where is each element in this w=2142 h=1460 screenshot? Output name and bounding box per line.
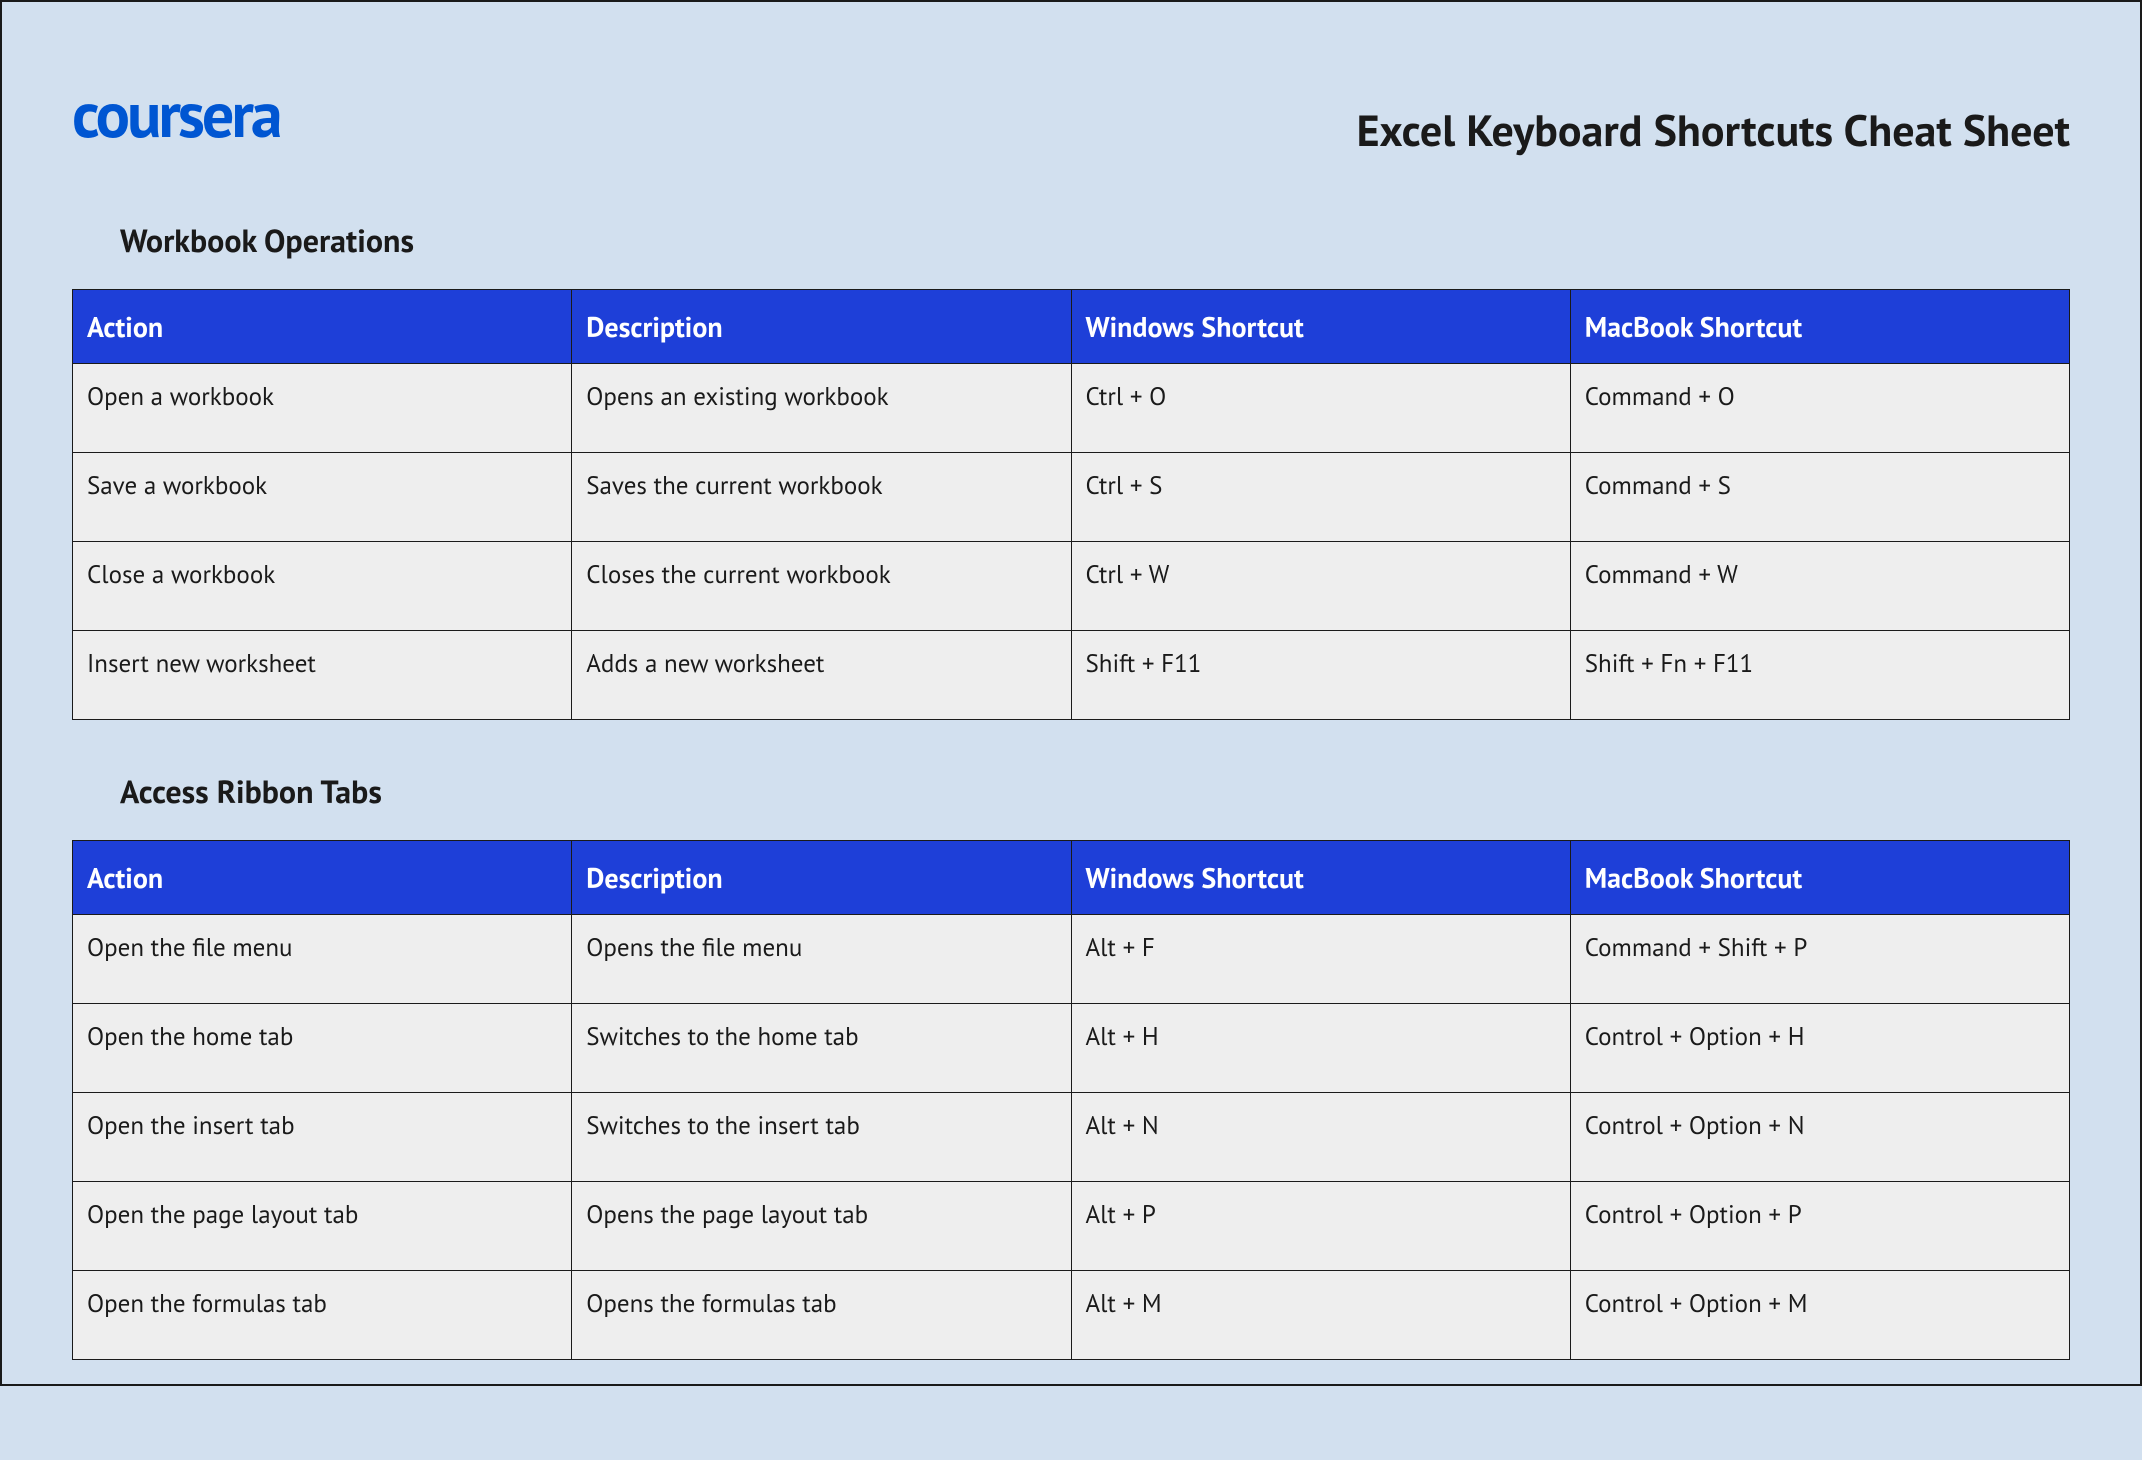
- table-row: Open the page layout tab Opens the page …: [73, 1182, 2070, 1271]
- col-mac: MacBook Shortcut: [1570, 841, 2069, 915]
- cell-description: Opens an existing workbook: [572, 364, 1071, 453]
- cell-description: Adds a new worksheet: [572, 631, 1071, 720]
- table-row: Close a workbook Closes the current work…: [73, 542, 2070, 631]
- table-header-row: Action Description Windows Shortcut MacB…: [73, 841, 2070, 915]
- cell-action: Close a workbook: [73, 542, 572, 631]
- page-title: Excel Keyboard Shortcuts Cheat Sheet: [1357, 102, 2070, 159]
- coursera-logo: coursera: [72, 82, 280, 146]
- col-windows: Windows Shortcut: [1071, 290, 1570, 364]
- table-row: Insert new worksheet Adds a new workshee…: [73, 631, 2070, 720]
- cell-windows: Alt + F: [1071, 915, 1570, 1004]
- document-page: coursera Excel Keyboard Shortcuts Cheat …: [2, 2, 2140, 1460]
- cell-action: Open the file menu: [73, 915, 572, 1004]
- col-action: Action: [73, 290, 572, 364]
- cell-action: Open the home tab: [73, 1004, 572, 1093]
- cell-description: Closes the current workbook: [572, 542, 1071, 631]
- col-description: Description: [572, 290, 1071, 364]
- cell-action: Open the insert tab: [73, 1093, 572, 1182]
- cell-windows: Alt + M: [1071, 1271, 1570, 1360]
- cell-windows: Shift + F11: [1071, 631, 1570, 720]
- cell-mac: Command + W: [1570, 542, 2069, 631]
- table-row: Open the file menu Opens the file menu A…: [73, 915, 2070, 1004]
- section-title: Workbook Operations: [120, 219, 2070, 261]
- table-row: Save a workbook Saves the current workbo…: [73, 453, 2070, 542]
- cell-windows: Ctrl + S: [1071, 453, 1570, 542]
- table-header-row: Action Description Windows Shortcut MacB…: [73, 290, 2070, 364]
- table-row: Open the insert tab Switches to the inse…: [73, 1093, 2070, 1182]
- cell-mac: Control + Option + H: [1570, 1004, 2069, 1093]
- cell-action: Open the page layout tab: [73, 1182, 572, 1271]
- cell-description: Opens the formulas tab: [572, 1271, 1071, 1360]
- cell-description: Switches to the home tab: [572, 1004, 1071, 1093]
- cell-windows: Ctrl + O: [1071, 364, 1570, 453]
- shortcuts-table: Action Description Windows Shortcut MacB…: [72, 840, 2070, 1360]
- cell-windows: Alt + P: [1071, 1182, 1570, 1271]
- cell-mac: Control + Option + M: [1570, 1271, 2069, 1360]
- cell-description: Opens the file menu: [572, 915, 1071, 1004]
- table-row: Open a workbook Opens an existing workbo…: [73, 364, 2070, 453]
- cell-mac: Command + O: [1570, 364, 2069, 453]
- cell-description: Opens the page layout tab: [572, 1182, 1071, 1271]
- section-workbook-operations: Workbook Operations Action Description W…: [72, 219, 2070, 720]
- cell-action: Insert new worksheet: [73, 631, 572, 720]
- cell-windows: Alt + N: [1071, 1093, 1570, 1182]
- col-description: Description: [572, 841, 1071, 915]
- cell-windows: Ctrl + W: [1071, 542, 1570, 631]
- cell-mac: Shift + Fn + F11: [1570, 631, 2069, 720]
- header: coursera Excel Keyboard Shortcuts Cheat …: [72, 82, 2070, 159]
- cell-action: Save a workbook: [73, 453, 572, 542]
- shortcuts-table: Action Description Windows Shortcut MacB…: [72, 289, 2070, 720]
- cell-action: Open a workbook: [73, 364, 572, 453]
- col-windows: Windows Shortcut: [1071, 841, 1570, 915]
- section-ribbon-tabs: Access Ribbon Tabs Action Description Wi…: [72, 770, 2070, 1360]
- cell-action: Open the formulas tab: [73, 1271, 572, 1360]
- cell-mac: Command + Shift + P: [1570, 915, 2069, 1004]
- col-action: Action: [73, 841, 572, 915]
- cell-windows: Alt + H: [1071, 1004, 1570, 1093]
- col-mac: MacBook Shortcut: [1570, 290, 2069, 364]
- cell-mac: Control + Option + P: [1570, 1182, 2069, 1271]
- cell-description: Saves the current workbook: [572, 453, 1071, 542]
- cell-mac: Command + S: [1570, 453, 2069, 542]
- cell-description: Switches to the insert tab: [572, 1093, 1071, 1182]
- table-row: Open the home tab Switches to the home t…: [73, 1004, 2070, 1093]
- section-title: Access Ribbon Tabs: [120, 770, 2070, 812]
- cell-mac: Control + Option + N: [1570, 1093, 2069, 1182]
- table-row: Open the formulas tab Opens the formulas…: [73, 1271, 2070, 1360]
